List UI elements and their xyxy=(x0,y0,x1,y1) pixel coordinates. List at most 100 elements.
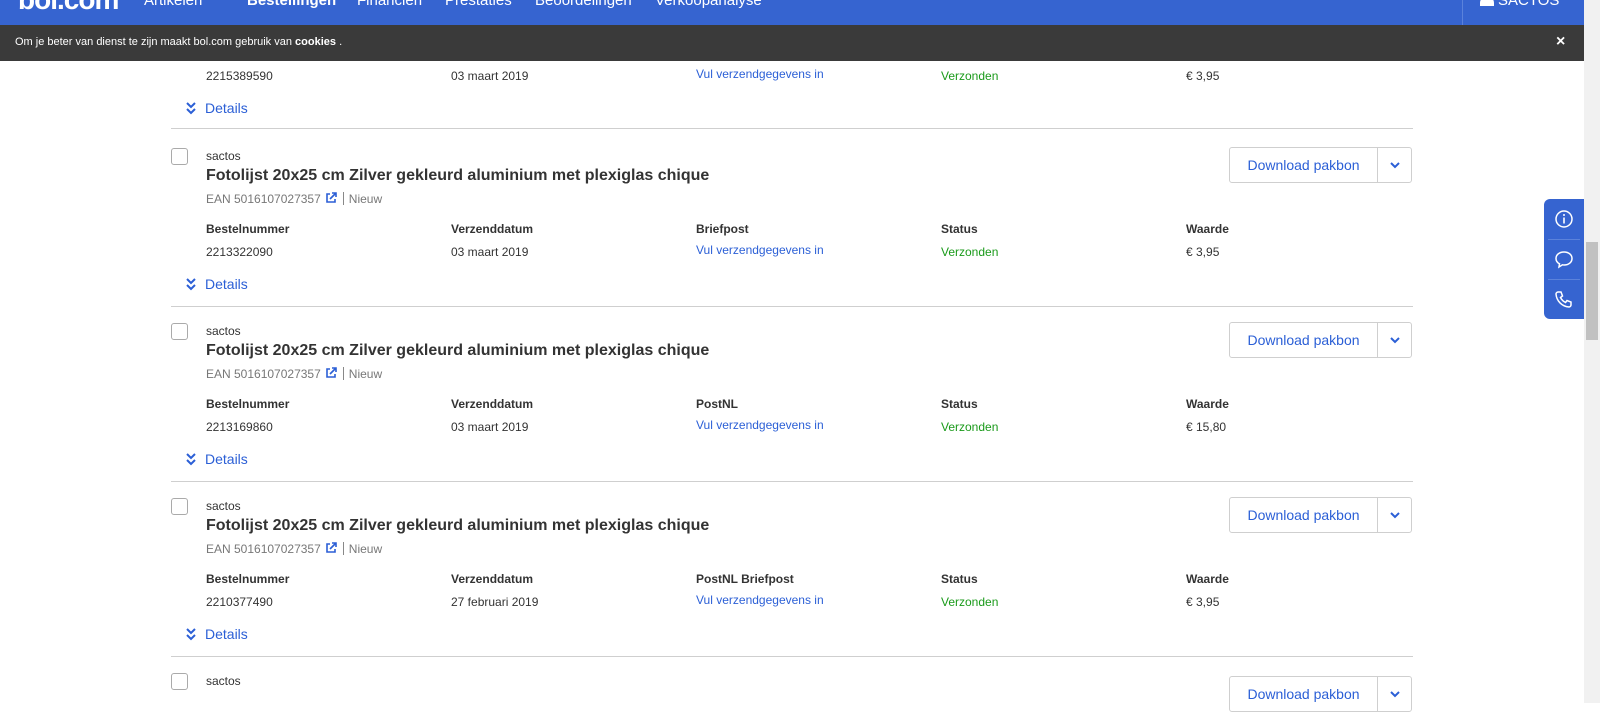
order-divider xyxy=(171,306,1413,307)
nav-item-bestellingen[interactable]: Bestellingen xyxy=(247,0,336,9)
nav-item-beoordelingen[interactable]: Beoordelingen xyxy=(535,0,632,9)
seller-name: sactos xyxy=(206,499,241,513)
chevron-down-icon[interactable] xyxy=(1378,148,1411,182)
external-link-icon[interactable] xyxy=(325,542,337,557)
condition-label: Nieuw xyxy=(348,542,383,556)
details-toggle[interactable]: Details xyxy=(185,100,248,118)
waarde-label: Waarde xyxy=(1186,222,1229,236)
download-pakbon-group: Download pakbon xyxy=(1229,676,1412,712)
bestelnummer-label: Bestelnummer xyxy=(206,572,290,586)
cookie-bar: Om je beter van dienst te zijn maakt bol… xyxy=(0,25,1584,61)
bestelnummer-label: Bestelnummer xyxy=(206,222,290,236)
verzenddatum-value: 03 maart 2019 xyxy=(451,245,529,259)
details-toggle[interactable]: Details xyxy=(185,451,248,469)
user-name: SACTOS xyxy=(1498,0,1560,9)
chevron-down-icon[interactable] xyxy=(1378,323,1411,357)
status-value: Verzonden xyxy=(941,245,999,259)
verzenddatum-value: 03 maart 2019 xyxy=(451,420,529,434)
info-icon[interactable] xyxy=(1544,199,1584,239)
condition-label: Nieuw xyxy=(348,192,383,206)
product-title[interactable]: Fotolijst 20x25 cm Zilver gekleurd alumi… xyxy=(206,167,709,185)
waarde-value: € 3,95 xyxy=(1186,595,1220,609)
bestelnummer-value: 2213169860 xyxy=(206,420,273,434)
ean-separator xyxy=(342,192,344,205)
vul-verzendgegevens-link[interactable]: Vul verzendgegevens in xyxy=(696,67,824,81)
phone-icon[interactable] xyxy=(1544,279,1584,319)
nav-divider xyxy=(1462,0,1463,25)
product-title[interactable]: Fotolijst 20x25 cm Zilver gekleurd alumi… xyxy=(206,342,709,360)
order-divider xyxy=(171,128,1413,129)
waarde-value: € 15,80 xyxy=(1186,420,1227,434)
details-label: Details xyxy=(205,451,248,467)
logo[interactable]: bol.com xyxy=(18,0,119,16)
bestelnummer-label: Bestelnummer xyxy=(206,397,290,411)
details-toggle[interactable]: Details xyxy=(185,276,248,294)
shipping-method-label: Briefpost xyxy=(696,222,749,236)
chevron-double-down-icon xyxy=(185,277,199,294)
bestelnummer-value: 2213322090 xyxy=(206,245,273,259)
external-link-icon[interactable] xyxy=(325,192,337,207)
vul-verzendgegevens-link[interactable]: Vul verzendgegevens in xyxy=(696,593,824,607)
cookie-suffix: . xyxy=(339,36,343,48)
cookies-link[interactable]: cookies xyxy=(295,36,336,48)
details-toggle[interactable]: Details xyxy=(185,626,248,644)
external-link-icon[interactable] xyxy=(325,367,337,382)
ean-separator xyxy=(342,542,344,555)
order-checkbox[interactable] xyxy=(171,498,188,515)
nav-item-artikelen[interactable]: Artikelen xyxy=(144,0,202,9)
user-icon xyxy=(1480,0,1494,7)
download-pakbon-button[interactable]: Download pakbon xyxy=(1230,498,1377,532)
seller-name: sactos xyxy=(206,149,241,163)
chevron-down-icon[interactable] xyxy=(1378,677,1411,711)
verzenddatum-label: Verzenddatum xyxy=(451,572,534,586)
status-label: Status xyxy=(941,397,978,411)
bestelnummer-value: 2210377490 xyxy=(206,595,273,609)
download-pakbon-group: Download pakbon xyxy=(1229,147,1412,183)
shipping-method-label: PostNL Briefpost xyxy=(696,572,794,586)
order-checkbox[interactable] xyxy=(171,673,188,690)
product-title[interactable]: Fotolijst 20x25 cm Zilver gekleurd alumi… xyxy=(206,517,709,535)
order-divider xyxy=(171,481,1413,482)
vul-verzendgegevens-link[interactable]: Vul verzendgegevens in xyxy=(696,418,824,432)
chat-icon[interactable] xyxy=(1544,239,1584,279)
nav-item-financien[interactable]: Financiën xyxy=(357,0,422,9)
seller-name: sactos xyxy=(206,324,241,338)
ean-line: EAN 5016107027357 Nieuw xyxy=(206,367,382,382)
details-label: Details xyxy=(205,276,248,292)
ean-separator xyxy=(342,367,344,380)
status-value: Verzonden xyxy=(941,595,999,609)
vul-verzendgegevens-link[interactable]: Vul verzendgegevens in xyxy=(696,243,824,257)
cookie-message: Om je beter van dienst te zijn maakt bol… xyxy=(15,36,292,48)
chevron-double-down-icon xyxy=(185,452,199,469)
download-pakbon-button[interactable]: Download pakbon xyxy=(1230,148,1377,182)
shipping-method-label: PostNL xyxy=(696,397,738,411)
waarde-label: Waarde xyxy=(1186,397,1229,411)
scrollbar[interactable] xyxy=(1584,0,1600,703)
status-label: Status xyxy=(941,572,978,586)
verzenddatum-value: 03 maart 2019 xyxy=(451,69,529,83)
chevron-double-down-icon xyxy=(185,627,199,644)
details-label: Details xyxy=(205,100,248,116)
download-pakbon-group: Download pakbon xyxy=(1229,322,1412,358)
condition-label: Nieuw xyxy=(348,367,383,381)
nav-item-verkoopanalyse[interactable]: Verkoopanalyse xyxy=(655,0,762,9)
verzenddatum-value: 27 februari 2019 xyxy=(451,595,539,609)
waarde-label: Waarde xyxy=(1186,572,1229,586)
download-pakbon-button[interactable]: Download pakbon xyxy=(1230,323,1377,357)
waarde-value: € 3,95 xyxy=(1186,69,1220,83)
order-checkbox[interactable] xyxy=(171,148,188,165)
scrollbar-thumb[interactable] xyxy=(1586,242,1598,340)
close-icon[interactable]: × xyxy=(1556,33,1565,51)
details-label: Details xyxy=(205,626,248,642)
bestelnummer-value: 2215389590 xyxy=(206,69,273,83)
chevron-down-icon[interactable] xyxy=(1378,498,1411,532)
download-pakbon-button[interactable]: Download pakbon xyxy=(1230,677,1377,711)
download-pakbon-group: Download pakbon xyxy=(1229,497,1412,533)
chevron-double-down-icon xyxy=(185,101,199,118)
nav-item-prestaties[interactable]: Prestaties xyxy=(445,0,512,9)
help-widget xyxy=(1544,199,1584,319)
ean-value: EAN 5016107027357 xyxy=(206,192,321,206)
cookie-text: Om je beter van dienst te zijn maakt bol… xyxy=(15,36,342,48)
user-menu[interactable]: SACTOS xyxy=(1480,0,1559,9)
order-checkbox[interactable] xyxy=(171,323,188,340)
